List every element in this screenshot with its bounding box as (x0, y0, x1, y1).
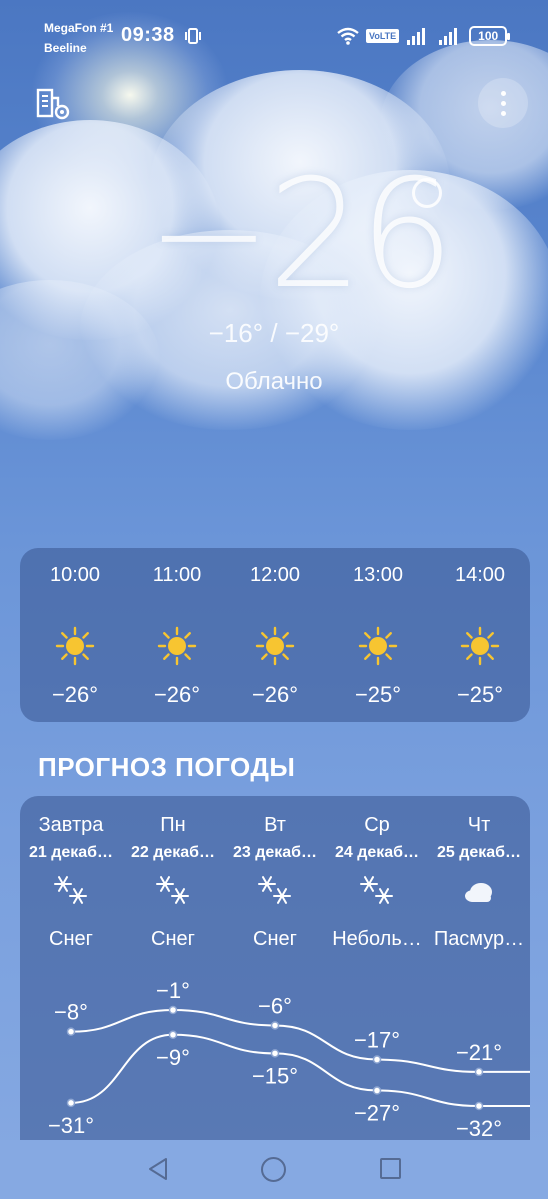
hourly-item: 13:00 −25° (328, 548, 428, 722)
high-temperature-point (66, 1027, 76, 1036)
dot-icon (500, 100, 506, 106)
high-temperature-label: −17° (354, 1028, 400, 1053)
high-temperature-point (270, 1021, 280, 1030)
signal-icon (439, 28, 458, 45)
more-options-button[interactable] (478, 78, 528, 128)
degree-symbol (412, 178, 442, 208)
high-temperature-label: −21° (456, 1040, 502, 1065)
low-temperature-label: −9° (156, 1045, 190, 1070)
volte-badge: VoLTE (366, 29, 400, 43)
low-temperature-point (270, 1049, 280, 1058)
current-temperature: −26 (146, 148, 455, 322)
dot-icon (500, 90, 506, 96)
low-temperature-label: −15° (252, 1063, 298, 1088)
city-settings-button[interactable] (34, 84, 74, 124)
high-temperature-point (474, 1067, 484, 1077)
hour-time: 13:00 (352, 564, 404, 586)
high-temperature-label: −8° (54, 1000, 88, 1025)
high-temperature-label: −6° (258, 993, 292, 1018)
hour-time: 10:00 (49, 564, 101, 586)
hourly-item: 10:00 −26° (25, 548, 125, 722)
high-temperature-point (168, 1005, 178, 1015)
carrier-names: MegaFon #1 Beeline (44, 18, 113, 58)
home-button[interactable] (261, 1157, 286, 1182)
low-temperature-point (66, 1098, 76, 1108)
wifi-icon (337, 27, 359, 45)
low-temperature-point (372, 1086, 382, 1095)
forecast-title: ПРОГНОЗ ПОГОДЫ (38, 752, 296, 782)
temperature-range: −16° / −29° (208, 318, 340, 348)
sun-icon (55, 626, 95, 666)
status-time: 09:38 (121, 24, 175, 46)
hourly-item: 11:00 −26° (127, 548, 227, 722)
signal-icon (407, 28, 426, 45)
vibrate-icon (185, 28, 201, 44)
hour-temperature: −26° (153, 682, 201, 707)
sun-icon (358, 626, 398, 666)
hour-temperature: −25° (354, 682, 402, 707)
hour-temperature: −25° (456, 682, 504, 707)
carrier-1: MegaFon #1 (44, 21, 114, 35)
hour-temperature: −26° (251, 682, 299, 707)
low-temperature-label: −27° (354, 1101, 400, 1126)
high-temperature-point (372, 1055, 382, 1064)
status-bar: MegaFon #1 Beeline 09:38 VoLTE 100 (0, 0, 548, 70)
hourly-item: 12:00 −26° (225, 548, 325, 722)
daily-forecast-card[interactable]: Завтра 21 декаб… Снег Пн 22 декаб… Снег … (20, 796, 530, 1140)
carrier-2: Beeline (44, 41, 87, 55)
hour-time: 12:00 (249, 564, 301, 586)
hour-temperature: −26° (51, 682, 99, 707)
high-temperature-label: −1° (156, 978, 190, 1003)
low-temperature-label: −32° (456, 1116, 502, 1140)
sun-icon (157, 626, 197, 666)
hourly-item: 14:00 −25° (430, 548, 530, 722)
battery-icon: 100 (469, 26, 511, 46)
current-condition: Облачно (225, 368, 323, 395)
low-temperature-point (474, 1101, 484, 1111)
hourly-forecast-card[interactable]: 10:00 −26° 11:00 −26° 12:00 −26° 13:00 −… (20, 548, 530, 722)
hour-time: 11:00 (152, 564, 202, 586)
system-icons: VoLTE 100 (336, 24, 511, 48)
dot-icon (500, 110, 506, 116)
low-temperature-label: −31° (48, 1113, 94, 1138)
sun-icon (255, 626, 295, 666)
navigation-bar (0, 1140, 548, 1199)
sun-icon (460, 626, 500, 666)
hour-time: 14:00 (454, 564, 506, 586)
temperature-chart: −8° −31° −1° −9° −6° −15° −17° −27° −21° −32° (48, 978, 530, 1140)
back-icon[interactable] (146, 1157, 170, 1181)
low-temperature-point (168, 1030, 178, 1040)
recent-apps-button[interactable] (380, 1158, 401, 1179)
